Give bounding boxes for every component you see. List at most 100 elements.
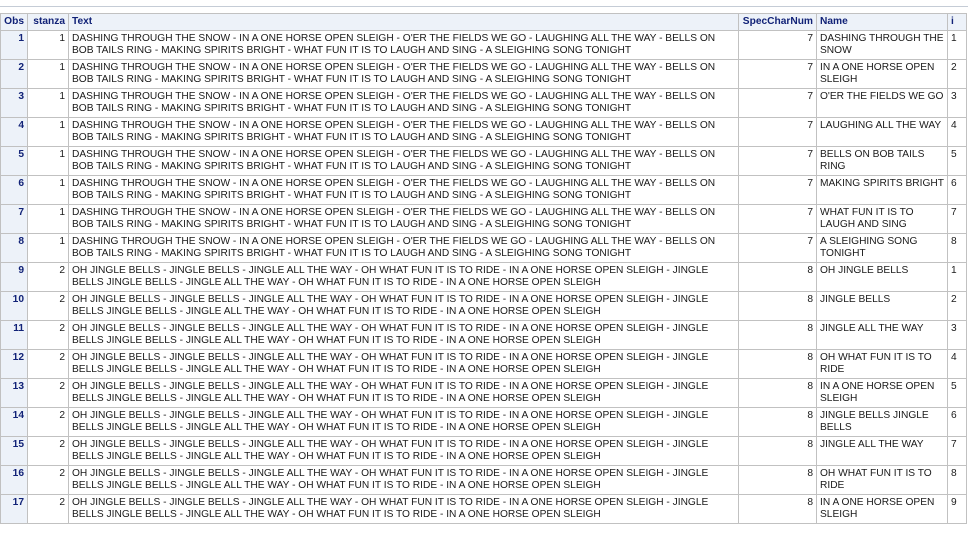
table-row[interactable]: 5 1 DASHING THROUGH THE SNOW - IN A ONE HO…: [0, 146, 967, 176]
i-cell: 6: [947, 175, 967, 205]
obs-cell: 11: [0, 320, 28, 350]
table-row[interactable]: 17 2 OH JINGLE BELLS - JINGLE BELLS - JING…: [0, 494, 967, 524]
stanza-cell: 2: [27, 494, 69, 524]
specchar-cell: 7: [738, 59, 817, 89]
column-header-stanza[interactable]: stanza: [27, 13, 69, 31]
stanza-cell: 1: [27, 204, 69, 234]
table-row[interactable]: 7 1 DASHING THROUGH THE SNOW - IN A ONE HO…: [0, 204, 967, 234]
specchar-cell: 7: [738, 146, 817, 176]
column-header-specchar[interactable]: SpecCharNum: [738, 13, 817, 31]
text-cell: DASHING THROUGH THE SNOW - IN A ONE HORS…: [68, 117, 739, 147]
top-divider: [0, 0, 968, 7]
text-cell: DASHING THROUGH THE SNOW - IN A ONE HORS…: [68, 146, 739, 176]
results-table: Obs stanza Text SpecCharNum Name i 1 1 DAS…: [0, 13, 967, 524]
name-cell: BELLS ON BOB TAILS RING: [816, 146, 948, 176]
name-cell: OH WHAT FUN IT IS TO RIDE: [816, 465, 948, 495]
table-body: 1 1 DASHING THROUGH THE SNOW - IN A ONE HO…: [0, 30, 967, 524]
obs-cell: 15: [0, 436, 28, 466]
table-row[interactable]: 10 2 OH JINGLE BELLS - JINGLE BELLS - JING…: [0, 291, 967, 321]
i-cell: 3: [947, 88, 967, 118]
name-cell: IN A ONE HORSE OPEN SLEIGH: [816, 494, 948, 524]
stanza-cell: 2: [27, 291, 69, 321]
specchar-cell: 8: [738, 349, 817, 379]
name-cell: MAKING SPIRITS BRIGHT: [816, 175, 948, 205]
text-cell: DASHING THROUGH THE SNOW - IN A ONE HORS…: [68, 204, 739, 234]
table-row[interactable]: 3 1 DASHING THROUGH THE SNOW - IN A ONE HO…: [0, 88, 967, 118]
stanza-cell: 2: [27, 465, 69, 495]
stanza-cell: 2: [27, 407, 69, 437]
table-row[interactable]: 14 2 OH JINGLE BELLS - JINGLE BELLS - JING…: [0, 407, 967, 437]
obs-cell: 5: [0, 146, 28, 176]
i-cell: 3: [947, 320, 967, 350]
i-cell: 9: [947, 494, 967, 524]
obs-cell: 1: [0, 30, 28, 60]
specchar-cell: 7: [738, 88, 817, 118]
specchar-cell: 8: [738, 378, 817, 408]
specchar-cell: 8: [738, 465, 817, 495]
table-row[interactable]: 4 1 DASHING THROUGH THE SNOW - IN A ONE HO…: [0, 117, 967, 147]
text-cell: OH JINGLE BELLS - JINGLE BELLS - JINGLE …: [68, 465, 739, 495]
i-cell: 7: [947, 436, 967, 466]
text-cell: DASHING THROUGH THE SNOW - IN A ONE HORS…: [68, 30, 739, 60]
specchar-cell: 7: [738, 204, 817, 234]
stanza-cell: 1: [27, 88, 69, 118]
i-cell: 2: [947, 291, 967, 321]
specchar-cell: 8: [738, 262, 817, 292]
i-cell: 5: [947, 146, 967, 176]
i-cell: 1: [947, 30, 967, 60]
i-cell: 6: [947, 407, 967, 437]
obs-cell: 4: [0, 117, 28, 147]
name-cell: OH WHAT FUN IT IS TO RIDE: [816, 349, 948, 379]
name-cell: LAUGHING ALL THE WAY: [816, 117, 948, 147]
column-header-obs[interactable]: Obs: [0, 13, 28, 31]
text-cell: OH JINGLE BELLS - JINGLE BELLS - JINGLE …: [68, 320, 739, 350]
table-row[interactable]: 9 2 OH JINGLE BELLS - JINGLE BELLS - JINGL…: [0, 262, 967, 292]
column-header-text[interactable]: Text: [68, 13, 739, 31]
stanza-cell: 1: [27, 146, 69, 176]
text-cell: OH JINGLE BELLS - JINGLE BELLS - JINGLE …: [68, 349, 739, 379]
table-row[interactable]: 11 2 OH JINGLE BELLS - JINGLE BELLS - JING…: [0, 320, 967, 350]
stanza-cell: 1: [27, 175, 69, 205]
specchar-cell: 8: [738, 320, 817, 350]
text-cell: DASHING THROUGH THE SNOW - IN A ONE HORS…: [68, 59, 739, 89]
text-cell: OH JINGLE BELLS - JINGLE BELLS - JINGLE …: [68, 407, 739, 437]
table-row[interactable]: 15 2 OH JINGLE BELLS - JINGLE BELLS - JING…: [0, 436, 967, 466]
obs-cell: 16: [0, 465, 28, 495]
obs-cell: 14: [0, 407, 28, 437]
i-cell: 2: [947, 59, 967, 89]
column-header-i[interactable]: i: [947, 13, 967, 31]
stanza-cell: 2: [27, 349, 69, 379]
table-row[interactable]: 16 2 OH JINGLE BELLS - JINGLE BELLS - JING…: [0, 465, 967, 495]
text-cell: OH JINGLE BELLS - JINGLE BELLS - JINGLE …: [68, 436, 739, 466]
i-cell: 7: [947, 204, 967, 234]
specchar-cell: 8: [738, 494, 817, 524]
table-row[interactable]: 8 1 DASHING THROUGH THE SNOW - IN A ONE HO…: [0, 233, 967, 263]
name-cell: WHAT FUN IT IS TO LAUGH AND SING: [816, 204, 948, 234]
text-cell: DASHING THROUGH THE SNOW - IN A ONE HORS…: [68, 175, 739, 205]
i-cell: 8: [947, 233, 967, 263]
table-row[interactable]: 13 2 OH JINGLE BELLS - JINGLE BELLS - JING…: [0, 378, 967, 408]
obs-cell: 7: [0, 204, 28, 234]
obs-cell: 10: [0, 291, 28, 321]
table-row[interactable]: 2 1 DASHING THROUGH THE SNOW - IN A ONE HO…: [0, 59, 967, 89]
table-row[interactable]: 6 1 DASHING THROUGH THE SNOW - IN A ONE HO…: [0, 175, 967, 205]
column-header-name[interactable]: Name: [816, 13, 948, 31]
specchar-cell: 7: [738, 117, 817, 147]
stanza-cell: 2: [27, 262, 69, 292]
stanza-cell: 1: [27, 59, 69, 89]
specchar-cell: 7: [738, 30, 817, 60]
header-row: Obs stanza Text SpecCharNum Name i: [0, 13, 967, 31]
stanza-cell: 1: [27, 233, 69, 263]
obs-cell: 12: [0, 349, 28, 379]
table-row[interactable]: 12 2 OH JINGLE BELLS - JINGLE BELLS - JING…: [0, 349, 967, 379]
name-cell: A SLEIGHING SONG TONIGHT: [816, 233, 948, 263]
name-cell: DASHING THROUGH THE SNOW: [816, 30, 948, 60]
name-cell: JINGLE BELLS JINGLE BELLS: [816, 407, 948, 437]
name-cell: JINGLE ALL THE WAY: [816, 436, 948, 466]
name-cell: OH JINGLE BELLS: [816, 262, 948, 292]
table-row[interactable]: 1 1 DASHING THROUGH THE SNOW - IN A ONE HO…: [0, 30, 967, 60]
i-cell: 4: [947, 349, 967, 379]
specchar-cell: 7: [738, 233, 817, 263]
text-cell: OH JINGLE BELLS - JINGLE BELLS - JINGLE …: [68, 291, 739, 321]
name-cell: IN A ONE HORSE OPEN SLEIGH: [816, 378, 948, 408]
